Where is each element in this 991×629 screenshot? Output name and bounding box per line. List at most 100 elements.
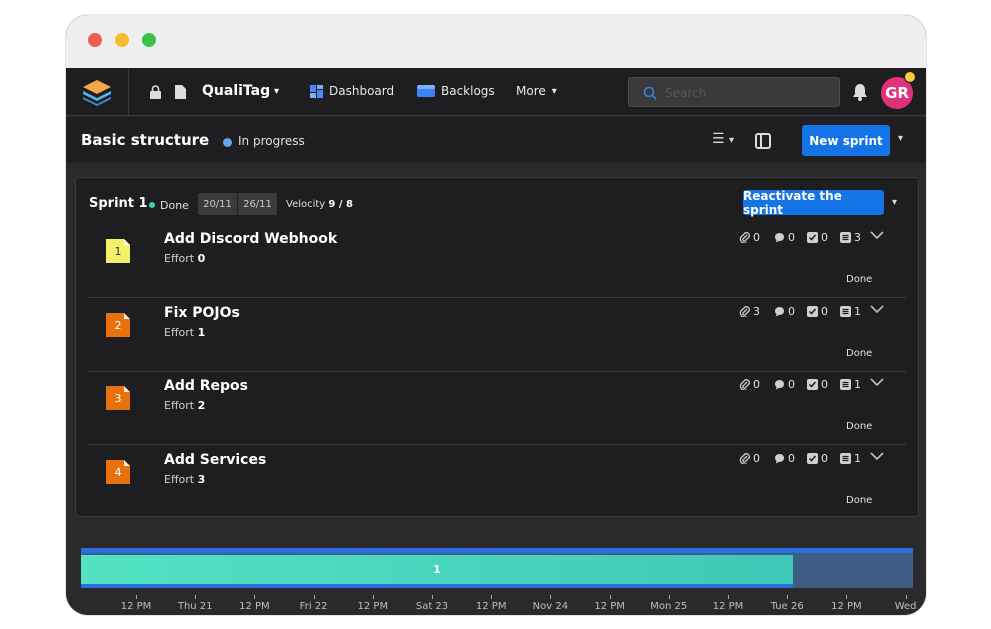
comment-count-value: 0 (788, 231, 795, 244)
list-view-toggle[interactable]: ☰ ▾ (712, 131, 734, 147)
axis-tick-label: Nov 24 (532, 601, 569, 612)
new-sprint-button[interactable]: New sprint (802, 125, 890, 156)
timeline-sprint-bar[interactable]: 1 (81, 555, 793, 584)
main-content: Sprint 1 Done 20/11 26/11 Velocity 9 / 8… (66, 163, 926, 615)
timeline-range-bar (81, 548, 913, 553)
axis-tick (491, 595, 493, 599)
attachment-count-value: 0 (753, 452, 760, 465)
side-panel-icon[interactable] (755, 133, 771, 149)
nav-link-more[interactable]: More ▾ (516, 84, 557, 98)
task-expand-chevron-down-icon[interactable] (870, 377, 884, 387)
axis-tick-label: Thu 21 (177, 601, 213, 612)
subtask-icon (840, 379, 851, 390)
subtask-count-value: 1 (854, 378, 861, 391)
app-logo-icon[interactable] (80, 78, 114, 106)
axis-tick-label: Fri 22 (299, 601, 328, 612)
axis-tick (609, 595, 611, 599)
task-comment-count: 0 (774, 305, 795, 318)
sprint-status-badge: Done (160, 199, 189, 212)
task-row[interactable]: 2 Fix POJOs Effort 1 3 0 0 1 Done (88, 298, 906, 372)
search-box[interactable] (628, 77, 840, 107)
close-window-button[interactable] (88, 33, 102, 47)
task-comment-count: 0 (774, 231, 795, 244)
project-chevron-down-icon[interactable]: ▾ (274, 86, 279, 97)
task-status: Done (846, 348, 873, 359)
nav-link-backlogs-label: Backlogs (441, 84, 495, 98)
axis-tick (550, 595, 552, 599)
axis-tick (372, 595, 374, 599)
axis-tick (313, 595, 315, 599)
search-icon (643, 86, 657, 100)
task-expand-chevron-down-icon[interactable] (870, 451, 884, 461)
nav-link-dashboard-label: Dashboard (329, 84, 395, 98)
comment-icon (774, 232, 785, 243)
task-comment-count: 0 (774, 452, 795, 465)
axis-tick (728, 595, 729, 599)
lock-icon (150, 85, 161, 99)
sprint-start-date[interactable]: 20/11 (198, 193, 237, 215)
attachment-count-value: 0 (753, 378, 760, 391)
project-name[interactable]: QualiTag (202, 83, 270, 99)
sticky-note-icon: 4 (106, 460, 130, 484)
notification-bell-icon[interactable] (852, 83, 868, 101)
velocity-label: Velocity (286, 199, 326, 210)
sprint-options-chevron-down-icon[interactable]: ▾ (892, 197, 897, 208)
sprint-name: Sprint 1 (89, 196, 148, 211)
sprint-status-dot (149, 202, 155, 208)
document-icon (175, 85, 186, 99)
task-number: 2 (115, 319, 122, 332)
comment-icon (774, 379, 785, 390)
task-title[interactable]: Fix POJOs (164, 305, 240, 321)
task-row[interactable]: 1 Add Discord Webhook Effort 0 0 0 0 3 Done (88, 224, 906, 298)
task-effort-label: Effort (164, 473, 195, 486)
timeline-axis: 12 PM Thu 21 12 PM Fri 22 12 PM Sat 23 12 PM No… (81, 595, 926, 615)
dashboard-icon (310, 84, 323, 98)
sticky-note-icon: 1 (106, 239, 130, 263)
axis-tick (905, 595, 907, 599)
task-row[interactable]: 4 Add Services Effort 3 0 0 0 1 Done (88, 445, 906, 519)
checklist-icon (807, 453, 818, 464)
velocity-value: 9 / 8 (328, 199, 353, 210)
axis-tick (254, 595, 256, 599)
task-status: Done (846, 495, 873, 506)
task-effort: Effort 1 (164, 326, 205, 339)
minimize-window-button[interactable] (115, 33, 129, 47)
subtask-icon (840, 232, 851, 243)
axis-tick-label: 12 PM (594, 601, 625, 612)
reactivate-sprint-button[interactable]: Reactivate the sprint (743, 189, 884, 217)
page-title: Basic structure (81, 131, 210, 149)
task-attachment-count: 3 (739, 305, 760, 318)
sprint-end-date[interactable]: 26/11 (238, 193, 277, 215)
task-title[interactable]: Add Discord Webhook (164, 231, 337, 247)
task-effort: Effort 3 (164, 473, 205, 486)
task-row[interactable]: 3 Add Repos Effort 2 0 0 0 1 Done (88, 371, 906, 445)
axis-tick-label: 12 PM (120, 601, 152, 612)
nav-link-backlogs[interactable]: Backlogs (417, 84, 495, 98)
task-checklist-count: 0 (807, 378, 828, 391)
task-status: Done (846, 421, 873, 432)
axis-tick-label: Sat 23 (415, 601, 449, 612)
task-expand-chevron-down-icon[interactable] (870, 230, 884, 240)
task-checklist-count: 0 (807, 452, 828, 465)
axis-tick-label: Mon 25 (650, 601, 688, 612)
avatar-badge (904, 71, 916, 83)
comment-icon (774, 453, 785, 464)
axis-tick-label: Tue 26 (770, 601, 804, 612)
new-sprint-chevron-down-icon[interactable]: ▾ (898, 133, 903, 144)
task-title[interactable]: Add Services (164, 452, 266, 468)
backlogs-icon (417, 85, 435, 97)
checklist-count-value: 0 (821, 305, 828, 318)
top-navigation: QualiTag ▾ Dashboard Backlogs More ▾ Sea… (66, 68, 926, 116)
task-title[interactable]: Add Repos (164, 378, 248, 394)
sprint-card: Sprint 1 Done 20/11 26/11 Velocity 9 / 8… (75, 177, 919, 517)
status-dot (223, 138, 232, 147)
nav-link-dashboard[interactable]: Dashboard (310, 84, 394, 98)
task-attachment-count: 0 (739, 378, 760, 391)
attachment-count-value: 3 (753, 305, 760, 318)
task-expand-chevron-down-icon[interactable] (870, 304, 884, 314)
checklist-count-value: 0 (821, 452, 828, 465)
task-subtask-count: 3 (840, 231, 861, 244)
comment-count-value: 0 (788, 305, 795, 318)
search-input[interactable] (665, 84, 825, 102)
maximize-window-button[interactable] (142, 33, 156, 47)
